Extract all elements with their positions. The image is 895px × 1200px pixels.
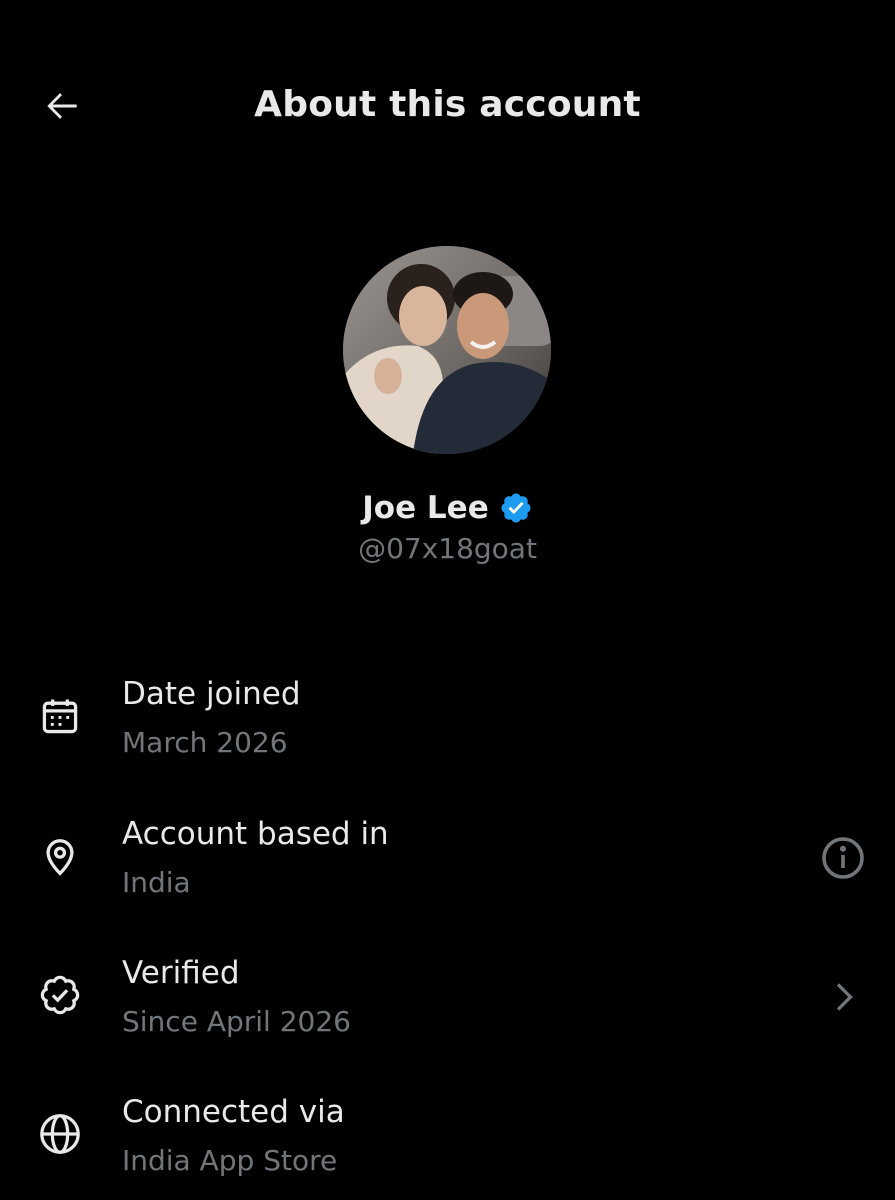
info-row-date-joined: Date joined March 2026 [0,670,895,790]
about-account-screen: About this account Joe Lee @07x18goat Da… [0,0,895,1200]
connected-via-value: India App Store [122,1144,338,1177]
verified-label: Verified [122,955,240,991]
calendar-icon [36,692,84,740]
date-joined-value: March 2026 [122,726,288,759]
connected-via-label: Connected via [122,1094,345,1130]
location-pin-icon [36,832,84,880]
verified-seal-icon [36,971,84,1019]
verified-value: Since April 2026 [122,1005,351,1038]
profile-name-row: Joe Lee [0,490,895,526]
account-based-in-label: Account based in [122,816,389,852]
verified-badge-icon [499,491,533,525]
display-name: Joe Lee [362,490,489,526]
info-row-account-based-in: Account based in India [0,810,895,930]
account-based-in-value: India [122,866,191,899]
globe-icon [36,1110,84,1158]
page-title: About this account [254,84,641,125]
chevron-right-icon[interactable] [819,973,867,1021]
info-row-verified[interactable]: Verified Since April 2026 [0,949,895,1069]
info-row-connected-via: Connected via India App Store [0,1088,895,1200]
date-joined-label: Date joined [122,676,301,712]
avatar[interactable] [343,246,551,454]
info-icon[interactable] [819,834,867,882]
handle: @07x18goat [358,532,537,565]
